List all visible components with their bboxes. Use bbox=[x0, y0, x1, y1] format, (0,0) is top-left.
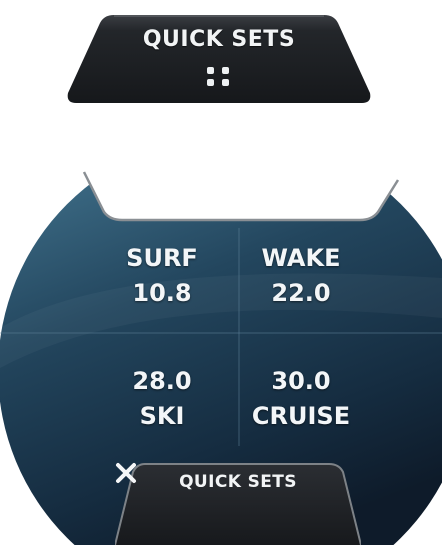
preset-ski-name: SKI bbox=[139, 402, 185, 430]
preset-cruise-name: CRUISE bbox=[251, 402, 351, 430]
quick-sets-panel: SURF 10.8 WAKE 22.0 28.0 SKI 30.0 CRUISE… bbox=[0, 168, 442, 545]
preset-surf-value: 10.8 bbox=[132, 279, 192, 307]
preset-cruise-value: 30.0 bbox=[271, 367, 331, 395]
preset-ski[interactable]: 28.0 SKI bbox=[87, 364, 237, 456]
quick-sets-close-tab[interactable]: QUICK SETS bbox=[115, 462, 361, 545]
preset-wake[interactable]: WAKE 22.0 bbox=[226, 241, 376, 333]
quick-sets-label: QUICK SETS bbox=[142, 27, 296, 52]
preset-ski-value: 28.0 bbox=[132, 367, 192, 395]
grip-dots-icon bbox=[205, 65, 233, 87]
preset-surf-name: SURF bbox=[126, 244, 198, 272]
quick-sets-tab[interactable]: QUICK SETS bbox=[66, 13, 372, 105]
preset-wake-value: 22.0 bbox=[271, 279, 331, 307]
preset-wake-name: WAKE bbox=[261, 244, 341, 272]
close-tab-label: QUICK SETS bbox=[179, 472, 297, 492]
preset-cruise[interactable]: 30.0 CRUISE bbox=[226, 364, 376, 456]
preset-surf[interactable]: SURF 10.8 bbox=[87, 241, 237, 333]
close-icon bbox=[116, 463, 136, 483]
